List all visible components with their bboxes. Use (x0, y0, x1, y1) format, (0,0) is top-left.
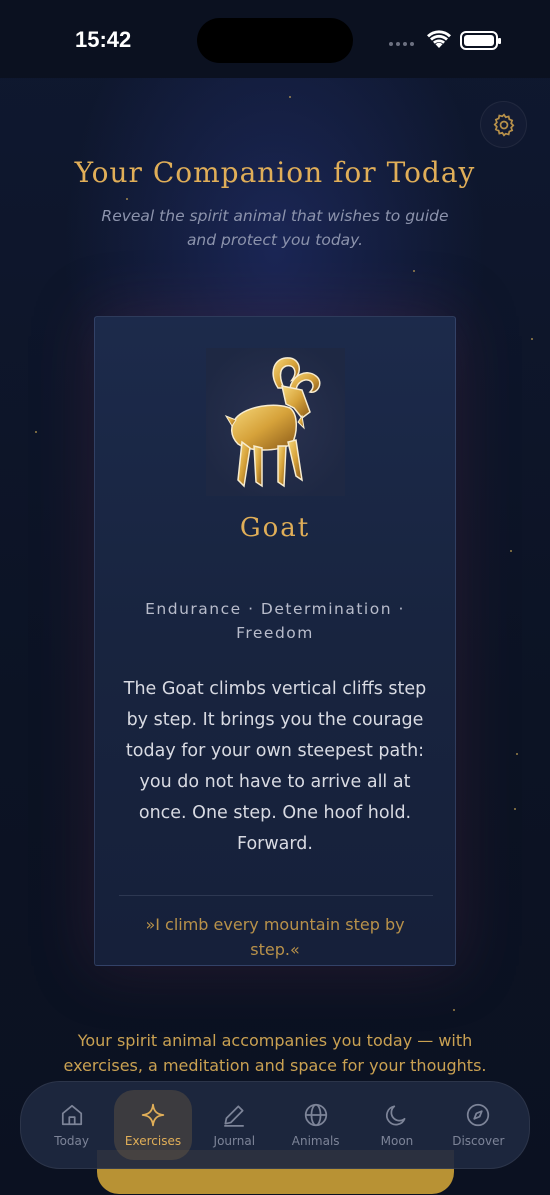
wifi-icon (427, 30, 451, 48)
tab-today[interactable]: Today (33, 1090, 111, 1160)
star-decoration (289, 96, 291, 98)
star-decoration (531, 338, 533, 340)
tab-label: Journal (213, 1134, 256, 1148)
star-decoration (514, 808, 516, 810)
cellular-signal-icon (389, 42, 414, 46)
tab-label: Moon (380, 1134, 414, 1148)
star-decoration (516, 753, 518, 755)
card-divider (119, 895, 433, 896)
pen-icon (224, 1105, 245, 1127)
goat-icon (224, 357, 321, 488)
tab-journal[interactable]: Journal (195, 1090, 273, 1160)
tab-discover[interactable]: Discover (439, 1090, 517, 1160)
tab-label: Discover (452, 1134, 505, 1148)
dynamic-island (197, 18, 353, 63)
tab-moon[interactable]: Moon (358, 1090, 436, 1160)
home-icon (61, 1104, 82, 1126)
globe-icon (304, 1103, 327, 1127)
animal-description: The Goat climbs vertical cliffs step by … (123, 679, 427, 854)
tab-label: Exercises (124, 1134, 182, 1148)
battery-icon (460, 31, 501, 50)
tab-exercises[interactable]: Exercises (113, 1090, 192, 1160)
status-bar: 15:42 (0, 0, 550, 78)
animal-name: Goat (239, 513, 311, 543)
sparkle-icon (141, 1103, 165, 1127)
companion-footer-text: Your spirit animal accompanies you today… (63, 1031, 487, 1075)
settings-button[interactable] (480, 101, 527, 148)
gear-icon (493, 112, 514, 137)
companion-card[interactable]: Goat Endurance · Determination · Freedom… (94, 316, 456, 966)
tab-label: Today (54, 1134, 90, 1148)
tab-label: Animals (291, 1134, 340, 1148)
compass-icon (467, 1103, 490, 1127)
moon-icon (385, 1105, 406, 1126)
animal-traits: Endurance · Determination · Freedom (145, 600, 405, 642)
star-decoration (35, 431, 37, 433)
tab-bar: Today Exercises Journal Animals Moon Dis… (20, 1081, 530, 1169)
status-time: 15:42 (75, 27, 132, 52)
star-decoration (510, 550, 512, 552)
star-decoration (413, 270, 415, 272)
page-subtitle: Reveal the spirit animal that wishes to … (101, 207, 449, 249)
star-decoration (453, 1009, 455, 1011)
page-title: Your Companion for Today (74, 156, 476, 189)
tab-animals[interactable]: Animals (277, 1090, 355, 1160)
animal-quote: »I climb every mountain step by step.« (145, 915, 405, 959)
star-decoration (126, 198, 128, 200)
goat-image (206, 348, 345, 496)
